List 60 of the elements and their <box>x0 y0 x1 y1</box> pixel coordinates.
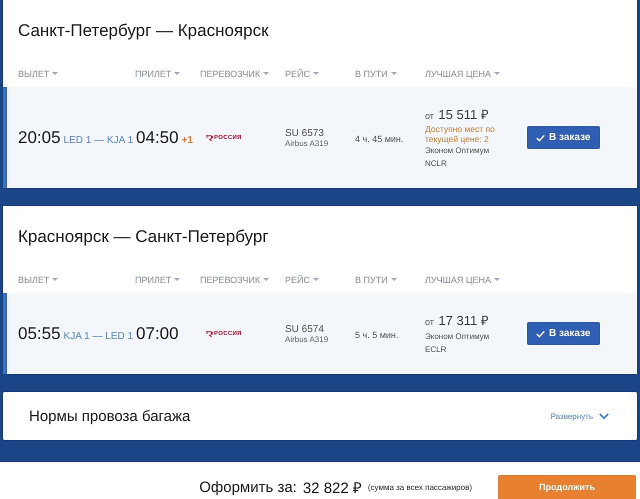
in-order-button[interactable]: В заказе <box>527 322 600 345</box>
sort-caret-icon <box>312 278 319 281</box>
column-header[interactable]: ПРИЛЕТ <box>135 68 172 78</box>
sort-caret-icon <box>390 278 397 281</box>
column-header[interactable]: ЛУЧШАЯ ЦЕНА <box>425 68 492 78</box>
column-header[interactable]: ПЕРЕВОЗЧИК <box>200 68 260 78</box>
price: 17 311 ₽ <box>438 313 489 328</box>
column-header[interactable]: В ПУТИ <box>355 274 388 284</box>
flight-number: SU 6573 <box>285 128 325 138</box>
availability-note: Доступно мест по текущей цене: 2 <box>425 124 496 144</box>
sort-caret-icon <box>312 72 319 75</box>
wing-icon <box>206 330 213 336</box>
expand-link[interactable]: Развернуть <box>550 412 609 420</box>
fare-code: ECLR <box>425 344 448 356</box>
flight-number: SU 6574 <box>285 324 325 334</box>
sort-caret-icon <box>494 278 500 281</box>
sort-caret-icon <box>52 278 58 281</box>
total-label: Оформить за: <box>199 478 297 496</box>
day-offset: +1 <box>182 134 193 146</box>
sort-caret-icon <box>52 72 58 75</box>
arrival-time: 04:50 <box>136 128 179 148</box>
fare-name: Эконом Оптимум <box>425 145 490 157</box>
price-prefix: от <box>425 111 434 121</box>
departure-time: 05:55 <box>18 324 61 344</box>
fare-code: NCLR <box>425 158 448 170</box>
sort-caret-icon <box>174 278 180 281</box>
column-header[interactable]: РЕЙС <box>285 274 310 284</box>
continue-button[interactable]: Продолжить <box>498 474 636 499</box>
sort-caret-icon <box>390 72 397 75</box>
column-header[interactable]: ВЫЛЕТ <box>18 274 50 284</box>
baggage-title: Нормы провоза багажа <box>29 408 190 424</box>
sort-caret-icon <box>494 72 500 75</box>
sort-caret-icon <box>174 72 180 75</box>
airport-route: LED 1 — KJA 1 <box>64 134 134 146</box>
departure-time: 20:05 <box>18 128 61 148</box>
column-header[interactable]: ПРИЛЕТ <box>135 274 172 284</box>
price-prefix: от <box>425 317 434 327</box>
column-header[interactable]: ПЕРЕВОЗЧИК <box>200 274 260 284</box>
total-note: (сумма за всех пассажиров) <box>368 482 472 492</box>
arrival-time: 07:00 <box>136 324 179 344</box>
check-icon <box>536 330 545 338</box>
flight-duration: 5 ч. 5 мин. <box>355 330 398 340</box>
sort-caret-icon <box>263 278 270 281</box>
total-price: 32 822 ₽ <box>302 479 362 497</box>
route-title: Красноярск — Санкт-Петербург <box>17 226 270 248</box>
airport-route: KJA 1 — LED 1 <box>64 330 134 342</box>
price: 15 511 ₽ <box>438 107 489 122</box>
check-icon <box>536 134 545 142</box>
route-title: Санкт-Петербург — Красноярск <box>17 20 270 42</box>
column-header[interactable]: В ПУТИ <box>355 68 388 78</box>
aircraft-type: Airbus A319 <box>285 334 330 344</box>
aircraft-type: Airbus A319 <box>285 138 330 148</box>
sort-caret-icon <box>263 72 270 75</box>
column-header[interactable]: ЛУЧШАЯ ЦЕНА <box>425 274 492 284</box>
in-order-button[interactable]: В заказе <box>527 126 600 149</box>
wing-icon <box>206 134 213 140</box>
flight-duration: 4 ч. 45 мин. <box>355 134 404 144</box>
column-header[interactable]: ВЫЛЕТ <box>18 68 50 78</box>
column-header[interactable]: РЕЙС <box>285 68 310 78</box>
fare-name: Эконом Оптимум <box>425 331 490 343</box>
